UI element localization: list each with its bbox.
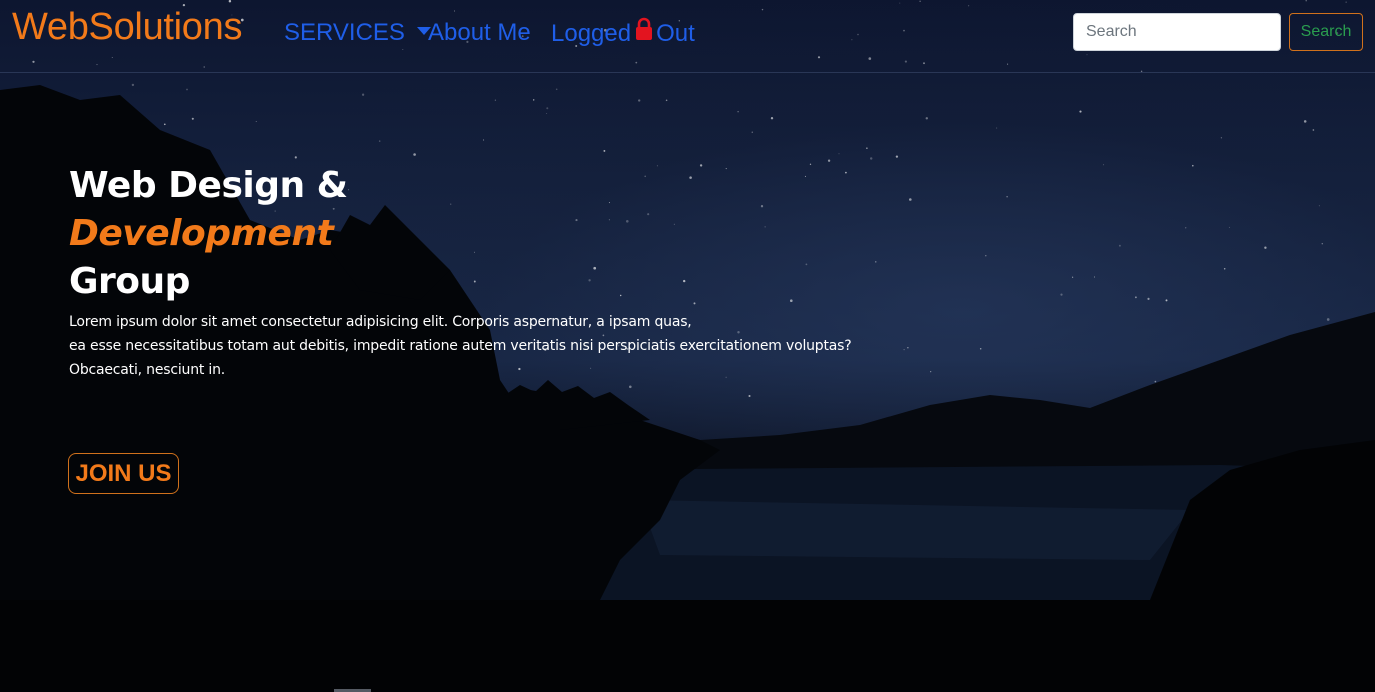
star — [1072, 276, 1074, 278]
services-dropdown-link[interactable]: SERVICES — [284, 19, 431, 47]
star — [1134, 296, 1137, 299]
hero-description-line: Obcaecati, nesciunt in. — [69, 362, 226, 378]
star — [1318, 205, 1320, 207]
hero-description: Lorem ipsum dolor sit amet consectetur a… — [69, 310, 929, 382]
star — [1103, 164, 1105, 166]
star — [546, 107, 549, 110]
star — [1165, 299, 1168, 302]
join-us-button[interactable]: JOIN US — [68, 453, 179, 494]
star — [838, 153, 840, 155]
hero-title: Web Design & Development Group — [69, 162, 929, 306]
star — [483, 139, 485, 141]
about-me-link[interactable]: About Me — [428, 19, 531, 47]
star — [996, 127, 998, 129]
star — [638, 99, 641, 102]
star — [191, 117, 194, 120]
brand-logo-link[interactable]: WebSolutions — [12, 6, 242, 49]
star — [869, 157, 873, 160]
hero-description-line: Lorem ipsum dolor sit amet consectetur a… — [69, 314, 692, 330]
lock-icon — [635, 17, 653, 48]
star — [930, 371, 932, 373]
star — [603, 149, 606, 152]
star — [1154, 380, 1157, 383]
star — [979, 348, 982, 350]
star — [1321, 242, 1324, 245]
star — [1079, 110, 1082, 113]
star — [1228, 226, 1230, 228]
star — [1147, 297, 1150, 300]
star — [1118, 244, 1121, 247]
services-label: SERVICES — [284, 19, 405, 46]
star — [532, 99, 535, 101]
star — [1094, 276, 1095, 278]
star — [1303, 120, 1307, 123]
logout-label-out: Out — [656, 19, 695, 47]
star — [770, 116, 774, 120]
hero-title-line3: Group — [69, 261, 190, 302]
logout-label-logged: Logged — [551, 19, 632, 47]
star — [1192, 164, 1194, 167]
star — [895, 155, 899, 158]
star — [985, 255, 987, 257]
star — [255, 121, 257, 123]
star — [665, 99, 668, 102]
star — [413, 153, 416, 156]
star — [1312, 129, 1315, 131]
star — [925, 117, 928, 120]
star — [163, 123, 166, 126]
star — [294, 156, 297, 159]
navbar: WebSolutions SERVICES About Me Logged Out… — [0, 0, 1375, 73]
hero-title-accent: Development — [69, 213, 334, 254]
star — [131, 83, 135, 87]
star — [748, 394, 751, 398]
logout-link[interactable]: Logged Out — [551, 17, 695, 50]
lake-reflection — [640, 500, 1190, 560]
star — [1060, 293, 1063, 296]
search-button[interactable]: Search — [1289, 13, 1363, 51]
star — [1326, 318, 1330, 321]
star — [546, 113, 548, 114]
hero-section: Web Design & Development Group Lorem ips… — [69, 162, 929, 382]
foreground-ground — [0, 600, 1375, 692]
star — [1220, 137, 1223, 139]
star — [1006, 196, 1008, 198]
star — [378, 140, 381, 142]
star — [629, 385, 632, 389]
star — [737, 110, 739, 113]
hero-description-line: ea esse necessitatibus totam aut debitis… — [69, 338, 852, 354]
hero-title-line1: Web Design & — [69, 165, 348, 206]
star — [866, 147, 868, 149]
star — [751, 131, 753, 133]
star — [1223, 268, 1226, 270]
search-input[interactable] — [1073, 13, 1281, 51]
star — [494, 99, 497, 101]
star — [186, 88, 188, 91]
star — [555, 88, 558, 91]
star — [361, 93, 365, 96]
star — [1185, 227, 1187, 229]
star — [1264, 246, 1267, 249]
page: WebSolutions SERVICES About Me Logged Out… — [0, 0, 1375, 692]
